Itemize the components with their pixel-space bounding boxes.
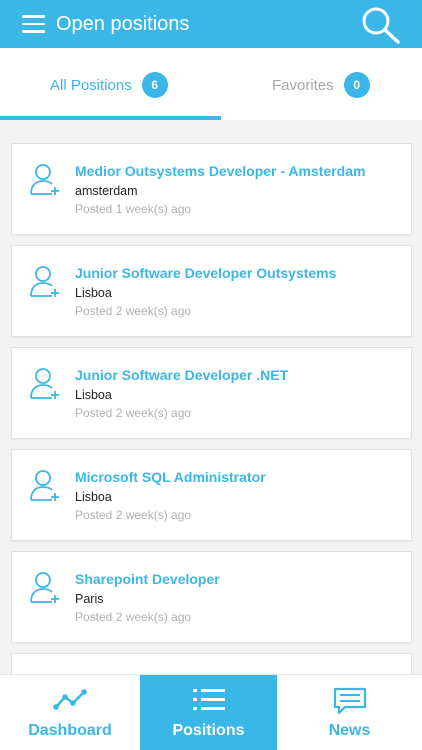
position-location: Lisboa bbox=[75, 286, 112, 300]
position-location: Lisboa bbox=[75, 388, 112, 402]
nav-label: Dashboard bbox=[28, 722, 112, 739]
tab-label: Favorites bbox=[272, 76, 334, 94]
count-badge: 6 bbox=[141, 72, 168, 98]
position-card[interactable]: Medior Outsystems Developer - Amsterdam … bbox=[11, 143, 412, 235]
tab-all-positions[interactable]: All Positions 6 bbox=[0, 48, 221, 120]
nav-label: Positions bbox=[172, 722, 245, 739]
position-title: Junior Software Developer .NET bbox=[75, 367, 289, 383]
nav-label: News bbox=[328, 722, 371, 739]
nav-dashboard[interactable]: Dashboard bbox=[0, 675, 140, 750]
trend-line-icon bbox=[53, 687, 87, 713]
bottom-navigation: Dashboard Positions News bbox=[0, 674, 422, 750]
posted-date: Posted 2 week(s) ago bbox=[75, 304, 192, 318]
user-add-icon bbox=[28, 366, 64, 402]
nav-news[interactable]: News bbox=[277, 675, 422, 750]
position-tabs: All Positions 6 Favorites 0 bbox=[0, 48, 422, 120]
position-card[interactable] bbox=[11, 653, 412, 674]
position-title: Medior Outsystems Developer - Amsterdam bbox=[75, 163, 366, 179]
position-card[interactable]: Junior Software Developer Outsystems Lis… bbox=[11, 245, 412, 337]
page-title: Open positions bbox=[56, 13, 190, 35]
position-location: Paris bbox=[75, 592, 104, 606]
tab-label: All Positions bbox=[50, 76, 132, 94]
nav-positions[interactable]: Positions bbox=[140, 675, 277, 750]
posted-date: Posted 2 week(s) ago bbox=[75, 406, 192, 420]
positions-list[interactable]: Medior Outsystems Developer - Amsterdam … bbox=[0, 120, 422, 674]
position-location: Lisboa bbox=[75, 490, 112, 504]
position-card[interactable]: Junior Software Developer .NET Lisboa Po… bbox=[11, 347, 412, 439]
posted-date: Posted 1 week(s) ago bbox=[75, 202, 192, 216]
position-location: amsterdam bbox=[75, 184, 138, 198]
chat-bubble-icon bbox=[333, 687, 367, 715]
posted-date: Posted 2 week(s) ago bbox=[75, 508, 192, 522]
search-icon[interactable] bbox=[360, 5, 402, 45]
position-title: Microsoft SQL Administrator bbox=[75, 469, 266, 485]
list-icon bbox=[192, 687, 226, 713]
user-add-icon bbox=[28, 162, 64, 198]
user-add-icon bbox=[28, 570, 64, 606]
tab-favorites[interactable]: Favorites 0 bbox=[211, 48, 422, 120]
position-card[interactable]: Sharepoint Developer Paris Posted 2 week… bbox=[11, 551, 412, 643]
position-card[interactable]: Microsoft SQL Administrator Lisboa Poste… bbox=[11, 449, 412, 541]
hamburger-menu-icon[interactable] bbox=[22, 15, 45, 33]
position-title: Sharepoint Developer bbox=[75, 571, 220, 587]
app-header: Open positions bbox=[0, 0, 422, 48]
count-badge: 0 bbox=[343, 72, 370, 98]
user-add-icon bbox=[28, 468, 64, 504]
user-add-icon bbox=[28, 264, 64, 300]
position-title: Junior Software Developer Outsystems bbox=[75, 265, 337, 281]
posted-date: Posted 2 week(s) ago bbox=[75, 610, 192, 624]
